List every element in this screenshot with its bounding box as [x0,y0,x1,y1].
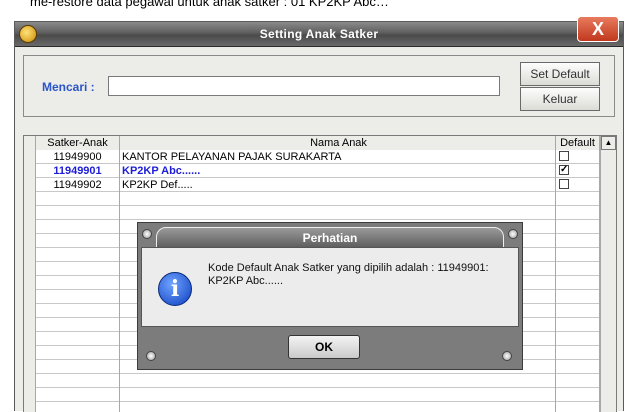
title-bar: Setting Anak Satker X [15,16,623,47]
table-row[interactable]: 11949900 KANTOR PELAYANAN PAJAK SURAKART… [24,150,616,164]
empty-row [24,388,616,402]
header-satker-anak[interactable]: Satker-Anak [36,136,120,150]
empty-row [24,192,616,206]
caption-text: me-restore data pegawai untuk anak satke… [30,0,389,9]
default-checkbox[interactable]: ✓ [559,165,569,175]
header-default[interactable]: Default [556,136,600,150]
close-button[interactable]: X [577,16,619,42]
keluar-button[interactable]: Keluar [520,87,600,111]
info-icon: i [158,272,192,306]
empty-row [24,206,616,220]
search-label: Mencari : [42,80,95,94]
window-title: Setting Anak Satker [259,27,379,41]
table-row[interactable]: 11949902 KP2KP Def..... [24,178,616,192]
search-group: Mencari : Set Default Keluar [23,55,615,117]
perhatian-dialog: Perhatian i Kode Default Anak Satker yan… [137,222,523,370]
bolt-icon [142,229,152,239]
bolt-icon [146,351,156,361]
vertical-scrollbar[interactable]: ▲ [600,136,616,412]
scroll-up-icon[interactable]: ▲ [601,136,616,150]
empty-row [24,374,616,388]
ok-button[interactable]: OK [288,335,360,359]
dialog-title: Perhatian [156,227,504,249]
search-input[interactable] [108,76,500,96]
table-row-selected[interactable]: 11949901 KP2KP Abc...... ✓ [24,164,616,178]
dialog-body: i Kode Default Anak Satker yang dipilih … [141,247,519,327]
bolt-icon [508,229,518,239]
grid-header: Satker-Anak Nama Anak Default [24,136,616,150]
bolt-icon [502,351,512,361]
dialog-message: Kode Default Anak Satker yang dipilih ad… [208,262,489,287]
default-checkbox[interactable] [559,151,569,161]
empty-row [24,402,616,412]
default-checkbox[interactable] [559,179,569,189]
set-default-button[interactable]: Set Default [520,62,600,86]
header-nama-anak[interactable]: Nama Anak [120,136,556,150]
